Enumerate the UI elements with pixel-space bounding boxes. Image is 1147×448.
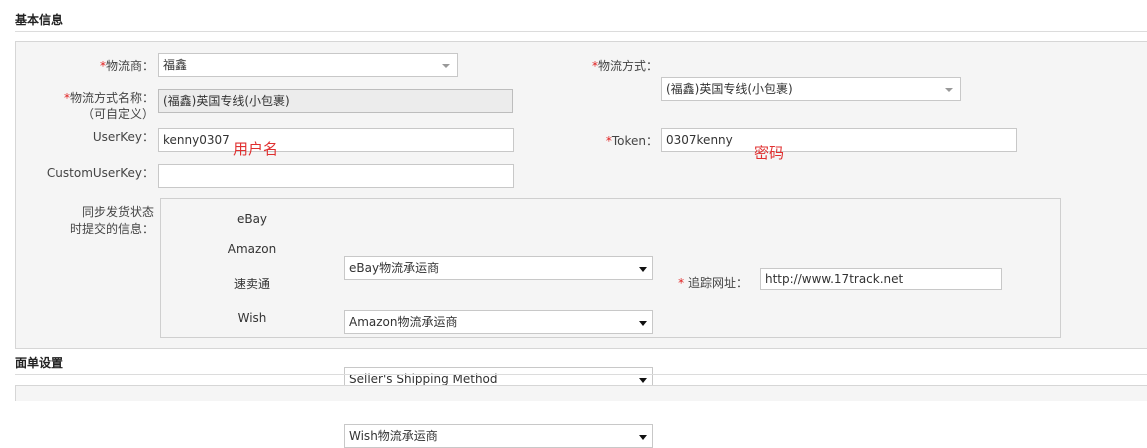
shipping-method-label: *物流方式：	[591, 59, 658, 73]
method-name-label: *物流方式名称： （可自定义）	[63, 91, 154, 121]
chevron-down-icon	[639, 378, 647, 383]
password-annotation: 密码	[754, 144, 785, 162]
userkey-input[interactable]: kenny0307	[158, 128, 514, 152]
section-divider	[15, 31, 1147, 32]
chevron-down-icon	[945, 88, 953, 92]
carrier-select[interactable]: 福鑫	[158, 53, 458, 77]
custom-userkey-label: CustomUserKey：	[46, 166, 154, 180]
label-settings-panel	[15, 385, 1147, 401]
section-title-label-settings: 面单设置	[15, 356, 64, 370]
wish-carrier-select[interactable]: Wish物流承运商	[344, 424, 653, 448]
tracking-url-label: * 追踪网址：	[678, 276, 748, 290]
chevron-down-icon	[442, 64, 450, 68]
token-label: *Token：	[605, 134, 658, 148]
userkey-label: UserKey：	[92, 130, 154, 144]
platform-label-ebay: eBay	[236, 212, 268, 226]
ebay-carrier-select[interactable]: eBay物流承运商	[344, 256, 653, 280]
required-mark: *	[678, 276, 685, 290]
section-title-basic-info: 基本信息	[15, 13, 64, 27]
method-name-field: (福鑫)英国专线(小包裹)	[158, 89, 513, 113]
platform-label-amazon: Amazon	[227, 242, 277, 256]
platform-label-aliexpress: 速卖通	[233, 277, 270, 291]
tracking-url-input[interactable]: http://www.17track.net	[760, 268, 1002, 290]
amazon-carrier-select[interactable]: Amazon物流承运商	[344, 310, 653, 334]
sync-info-label: 同步发货状态 时提交的信息：	[69, 205, 154, 236]
section-divider	[15, 374, 1147, 375]
username-annotation: 用户名	[233, 140, 279, 158]
carrier-label: *物流商：	[99, 59, 154, 73]
token-input[interactable]: 0307kenny	[661, 128, 1017, 152]
chevron-down-icon	[639, 435, 647, 440]
custom-userkey-input[interactable]	[158, 164, 514, 188]
chevron-down-icon	[639, 267, 647, 272]
chevron-down-icon	[639, 321, 647, 326]
platform-label-wish: Wish	[237, 311, 267, 325]
shipping-method-select[interactable]: (福鑫)英国专线(小包裹)	[661, 77, 961, 101]
